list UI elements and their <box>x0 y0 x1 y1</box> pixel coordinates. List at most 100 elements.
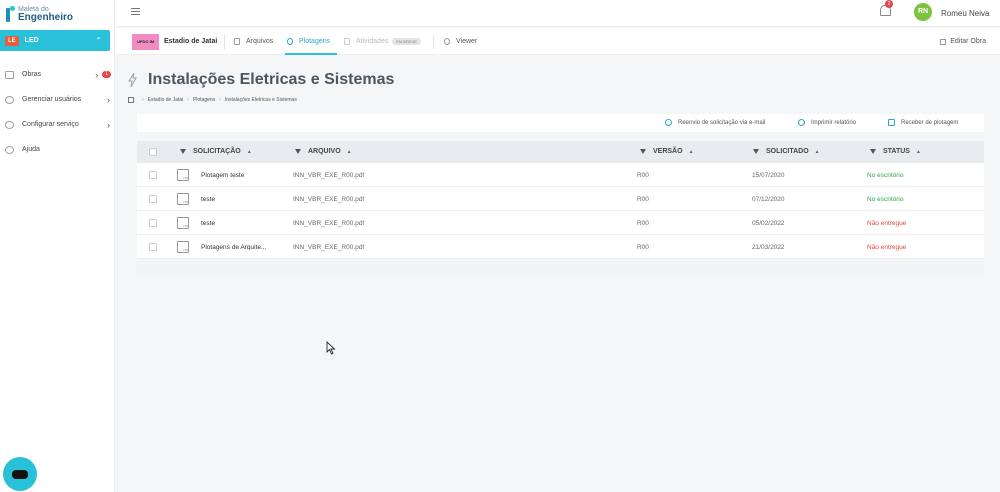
print-report-button[interactable]: Imprimir relatório <box>798 119 856 126</box>
sidebar-item-usuarios[interactable]: Gerenciar usuários › <box>0 87 114 112</box>
row-checkbox[interactable] <box>149 219 157 227</box>
tab-arquivos[interactable]: Arquivos <box>234 38 273 45</box>
plot-table: SOLICITAÇÃO ▲ ARQUIVO ▲ VERSÃO ▲ SOLICIT… <box>137 141 984 276</box>
table-row[interactable]: Plotagens de Arquite... INN_VBR_EXE_R00.… <box>137 235 984 259</box>
breadcrumb-item[interactable]: Estadio de Jatai <box>148 97 184 103</box>
plot-icon <box>287 38 293 45</box>
printer-icon <box>798 119 805 126</box>
users-icon <box>5 95 14 104</box>
table-row[interactable]: Plotagem teste INN_VBR_EXE_R00.pdf R00 1… <box>137 163 984 187</box>
project-name[interactable]: Estadio de Jatai <box>164 38 217 45</box>
chevron-right-icon: › <box>107 119 110 130</box>
cell-versao: R00 <box>637 196 649 203</box>
edit-icon <box>940 38 947 45</box>
tab-plotagens[interactable]: Plotagens <box>287 38 330 45</box>
tab-label: Plotagens <box>299 38 331 45</box>
cell-solicitacao[interactable]: teste <box>201 220 215 227</box>
row-checkbox[interactable] <box>149 171 157 179</box>
chevron-updown-icon: ⌃ <box>95 36 102 45</box>
sidebar-item-obras[interactable]: Obras › 1 <box>0 62 114 87</box>
table-row[interactable]: teste INN_VBR_EXE_R00.pdf R00 07/12/2020… <box>137 187 984 211</box>
chat-button[interactable] <box>3 457 37 491</box>
column-solicitado[interactable]: SOLICITADO ▲ <box>753 148 820 155</box>
tab-label: Atividades <box>356 38 389 45</box>
action-label: Receber de plotagem <box>901 119 959 126</box>
cell-solicitado: 05/02/2022 <box>752 220 785 227</box>
sort-icon[interactable]: ▲ <box>689 149 694 155</box>
pdf-file-icon <box>177 169 189 181</box>
username[interactable]: Romeu Neiva <box>941 9 989 18</box>
chat-icon <box>12 469 28 479</box>
filter-icon[interactable] <box>753 149 759 154</box>
menu-icon[interactable] <box>131 8 140 15</box>
sort-icon[interactable]: ▲ <box>247 149 252 155</box>
resend-email-button[interactable]: Reenvio de solicitação via e-mail <box>665 119 765 126</box>
table-header: SOLICITAÇÃO ▲ ARQUIVO ▲ VERSÃO ▲ SOLICIT… <box>137 141 984 163</box>
filter-icon[interactable] <box>180 149 186 154</box>
logo-icon <box>6 5 15 22</box>
row-checkbox[interactable] <box>149 243 157 251</box>
gear-icon <box>5 120 14 129</box>
filter-icon[interactable] <box>640 149 646 154</box>
cell-status: No escritório <box>867 172 904 179</box>
activity-icon <box>344 38 350 45</box>
sort-icon[interactable]: ▲ <box>815 149 820 155</box>
filter-icon[interactable] <box>870 149 876 154</box>
pdf-file-icon <box>177 193 189 205</box>
table-footer <box>137 259 984 276</box>
sort-icon[interactable]: ▲ <box>347 149 352 155</box>
sidebar-item-ajuda[interactable]: Ajuda <box>0 137 114 162</box>
breadcrumb-item[interactable]: Plotagens <box>193 97 215 103</box>
column-solicitacao[interactable]: SOLICITAÇÃO ▲ <box>180 148 252 155</box>
count-badge: 1 <box>102 71 111 78</box>
sidebar-item-label: Obras <box>22 71 42 78</box>
cell-solicitacao[interactable]: teste <box>201 196 215 203</box>
column-arquivo[interactable]: ARQUIVO ▲ <box>295 148 352 155</box>
cell-arquivo[interactable]: INN_VBR_EXE_R00.pdf <box>293 196 364 203</box>
notification-count: 2 <box>885 0 893 8</box>
sidebar-item-configurar[interactable]: Configurar serviço › <box>0 112 114 137</box>
cell-status: Não entregue <box>867 244 907 251</box>
cell-arquivo[interactable]: INN_VBR_EXE_R00.pdf <box>293 244 364 251</box>
cell-versao: R00 <box>637 172 649 179</box>
sidebar-item-label: Ajuda <box>22 146 40 153</box>
chevron-right-icon: › <box>107 94 110 105</box>
sidebar: Maleta do Engenheiro LE LED ⌃ Obras › 1 … <box>0 0 115 492</box>
home-icon[interactable] <box>128 97 134 103</box>
cell-solicitado: 21/03/2022 <box>752 244 785 251</box>
building-icon <box>5 70 14 79</box>
logo[interactable]: Maleta do Engenheiro <box>0 0 114 27</box>
chevron-right-icon: › <box>95 69 99 80</box>
file-icon <box>234 38 240 45</box>
cell-solicitacao[interactable]: Plotagens de Arquite... <box>201 244 266 251</box>
tab-viewer[interactable]: Viewer <box>444 38 477 45</box>
receive-plot-button[interactable]: Receber de plotagem <box>888 119 958 126</box>
cell-solicitado: 07/12/2020 <box>752 196 785 203</box>
action-label: Reenvio de solicitação via e-mail <box>678 119 766 126</box>
cell-status: Não entregue <box>867 220 907 227</box>
column-versao[interactable]: VERSÃO ▲ <box>640 148 694 155</box>
cell-versao: R00 <box>637 244 649 251</box>
table-row[interactable]: teste INN_VBR_EXE_R00.pdf R00 05/02/2022… <box>137 211 984 235</box>
topbar: 2 RN Romeu Neiva <box>115 0 1000 27</box>
pdf-file-icon <box>177 241 189 253</box>
column-status[interactable]: STATUS ▲ <box>870 148 921 155</box>
divider <box>224 35 225 49</box>
edit-obra-button[interactable]: Editar Obra <box>940 38 986 45</box>
cell-solicitacao[interactable]: Plotagem teste <box>201 172 244 179</box>
cell-solicitado: 15/07/2020 <box>752 172 785 179</box>
filter-icon[interactable] <box>295 149 301 154</box>
cell-status: No escritório <box>867 196 904 203</box>
tab-label: Arquivos <box>246 38 274 45</box>
cell-arquivo[interactable]: INN_VBR_EXE_R00.pdf <box>293 172 364 179</box>
coming-soon-badge: EM BREVE <box>392 38 421 45</box>
mouse-cursor-icon <box>326 341 336 355</box>
action-bar: Reenvio de solicitação via e-mail Imprim… <box>137 114 984 132</box>
cell-arquivo[interactable]: INN_VBR_EXE_R00.pdf <box>293 220 364 227</box>
row-checkbox[interactable] <box>149 195 157 203</box>
avatar[interactable]: RN <box>914 3 932 21</box>
sort-icon[interactable]: ▲ <box>916 149 921 155</box>
company-selector[interactable]: LE LED ⌃ <box>0 30 110 51</box>
company-badge: LE <box>5 35 19 46</box>
select-all-checkbox[interactable] <box>149 148 157 156</box>
